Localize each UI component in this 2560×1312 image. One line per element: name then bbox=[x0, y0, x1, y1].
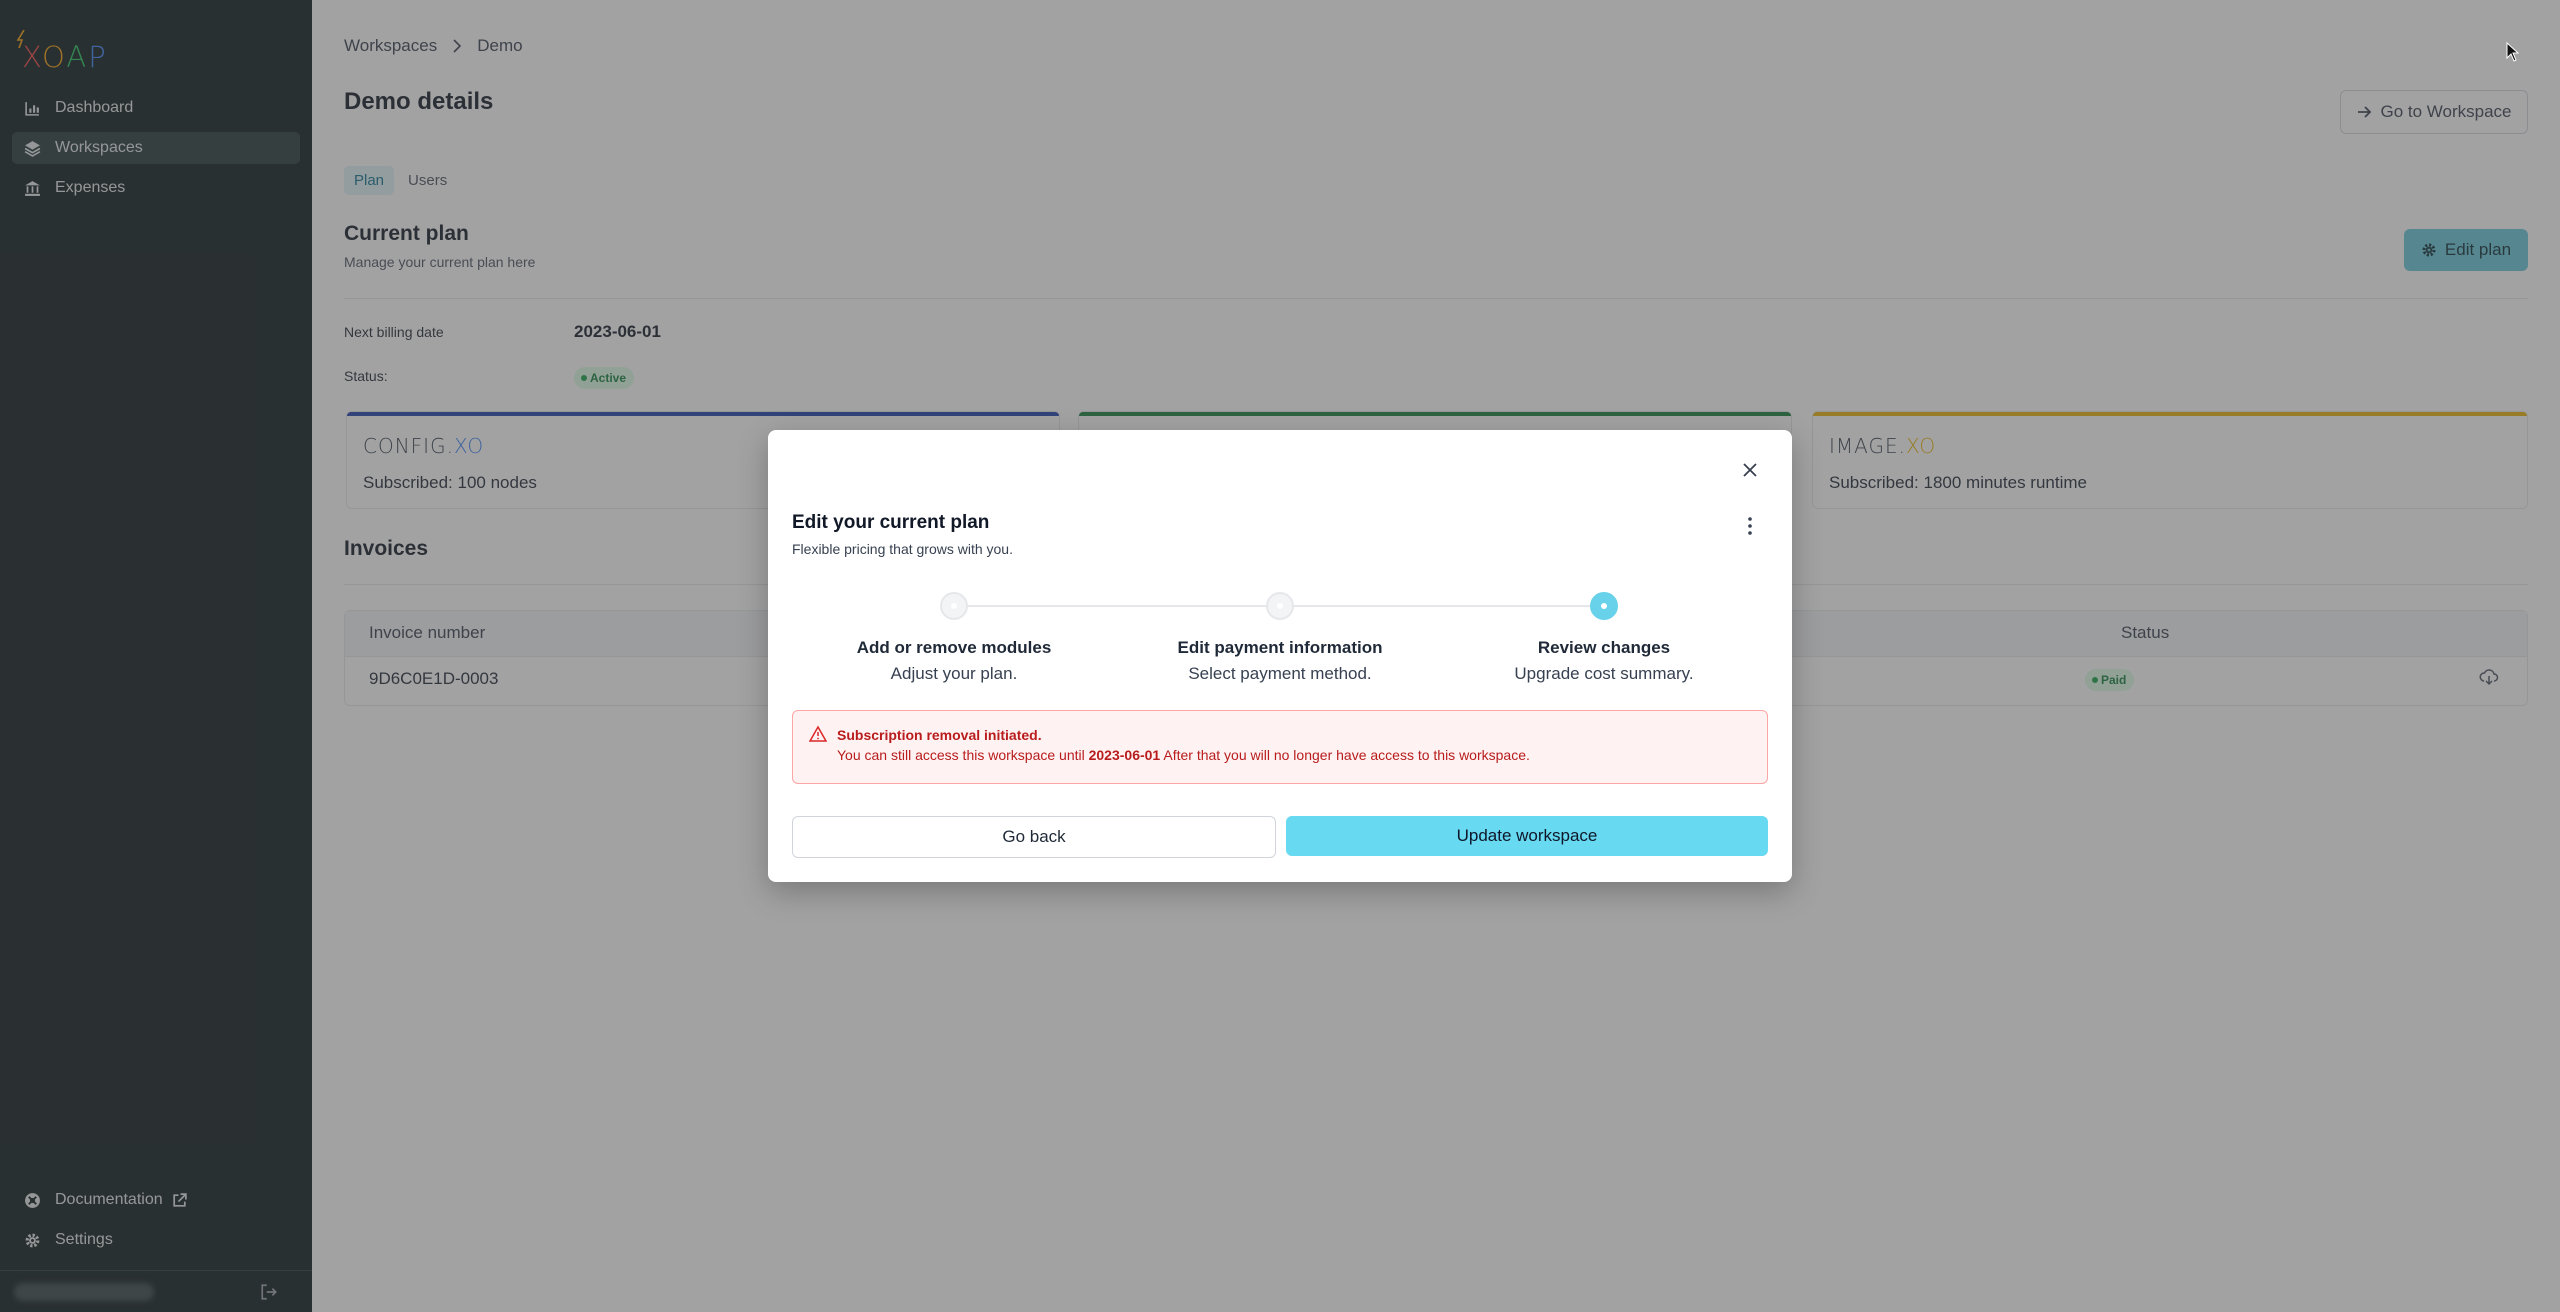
step-title: Review changes bbox=[1537, 638, 1671, 657]
step-description: Upgrade cost summary. bbox=[1514, 664, 1694, 683]
alert-date: 2023-06-01 bbox=[1088, 747, 1161, 763]
alert-title: Subscription removal initiated. bbox=[837, 727, 1042, 743]
alert-text: You can still access this workspace unti… bbox=[837, 747, 1530, 763]
more-vertical-icon[interactable] bbox=[1738, 514, 1762, 538]
modal-subtitle: Flexible pricing that grows with you. bbox=[792, 541, 1013, 557]
step-description: Adjust your plan. bbox=[890, 664, 1018, 683]
update-workspace-button[interactable]: Update workspace bbox=[1286, 816, 1768, 856]
step-title: Edit payment information bbox=[1177, 638, 1383, 657]
close-icon[interactable] bbox=[1738, 458, 1762, 482]
step-indicator-active bbox=[1590, 592, 1618, 620]
step-indicator bbox=[940, 592, 968, 620]
step-description: Select payment method. bbox=[1188, 664, 1372, 683]
edit-plan-modal: Edit your current plan Flexible pricing … bbox=[768, 430, 1792, 882]
step-edit-payment[interactable]: Edit payment information Select payment … bbox=[1160, 592, 1400, 684]
step-add-remove-modules[interactable]: Add or remove modules Adjust your plan. bbox=[834, 592, 1074, 684]
modal-title: Edit your current plan bbox=[792, 512, 990, 533]
step-indicator bbox=[1266, 592, 1294, 620]
subscription-removal-alert: Subscription removal initiated. You can … bbox=[792, 710, 1768, 784]
mouse-cursor-icon bbox=[2506, 42, 2520, 62]
go-back-button[interactable]: Go back bbox=[792, 816, 1276, 858]
step-title: Add or remove modules bbox=[856, 638, 1052, 657]
warning-triangle-icon bbox=[809, 725, 827, 742]
step-review-changes[interactable]: Review changes Upgrade cost summary. bbox=[1484, 592, 1724, 684]
